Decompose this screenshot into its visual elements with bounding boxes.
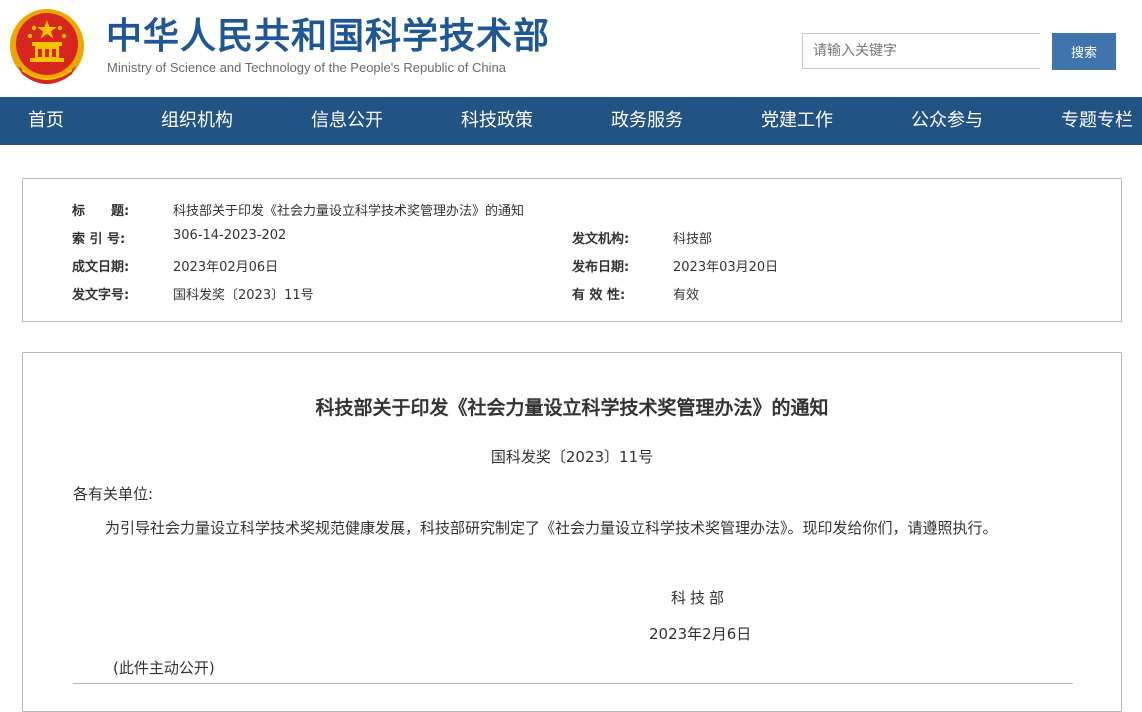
site-header: 中华人民共和国科学技术部 Ministry of Science and Tec… xyxy=(0,0,1142,97)
national-emblem-icon xyxy=(10,9,84,84)
nav-item-information-disclosure[interactable]: 信息公开 xyxy=(311,97,383,145)
search-input[interactable] xyxy=(802,33,1040,69)
main-nav: 首页 组织机构 信息公开 科技政策 政务服务 党建工作 公众参与 专题专栏 xyxy=(0,97,1142,145)
site-title: 中华人民共和国科学技术部 xyxy=(106,16,551,57)
meta-title-label: 标 题: xyxy=(72,204,130,219)
meta-issuer-label: 发文机构: xyxy=(572,232,630,247)
document-date: 2023年2月6日 xyxy=(649,625,752,643)
nav-item-home[interactable]: 首页 xyxy=(28,97,64,145)
meta-index-value: 306-14-2023-202 xyxy=(173,228,287,243)
nav-item-policy[interactable]: 科技政策 xyxy=(461,97,533,145)
document-addressee: 各有关单位: xyxy=(73,485,154,503)
nav-item-special-topics[interactable]: 专题专栏 xyxy=(1061,97,1133,145)
document-paragraph: 为引导社会力量设立科学技术奖规范健康发展，科技部研究制定了《社会力量设立科学技术… xyxy=(105,519,998,537)
meta-publish-date-label: 发布日期: xyxy=(572,260,630,275)
meta-written-date-label: 成文日期: xyxy=(72,260,130,275)
meta-issuer-value: 科技部 xyxy=(673,232,713,247)
meta-validity-label: 有 效 性: xyxy=(572,288,626,303)
public-disclosure-note: (此件主动公开) xyxy=(113,659,215,677)
meta-written-date-value: 2023年02月06日 xyxy=(173,260,279,275)
nav-item-services[interactable]: 政务服务 xyxy=(611,97,683,145)
meta-publish-date-value: 2023年03月20日 xyxy=(673,260,779,275)
meta-doc-number-value: 国科发奖〔2023〕11号 xyxy=(173,288,314,303)
document-number: 国科发奖〔2023〕11号 xyxy=(490,448,654,466)
document-signature: 科技部 xyxy=(671,589,729,607)
document-content-panel: 科技部关于印发《社会力量设立科学技术奖管理办法》的通知 国科发奖〔2023〕11… xyxy=(22,352,1122,712)
document-metadata-panel: 标 题: 科技部关于印发《社会力量设立科学技术奖管理办法》的通知 索 引 号: … xyxy=(22,178,1122,322)
meta-validity-value: 有效 xyxy=(673,288,700,303)
nav-item-public-participation[interactable]: 公众参与 xyxy=(911,97,983,145)
nav-item-organization[interactable]: 组织机构 xyxy=(161,97,233,145)
search-button[interactable]: 搜索 xyxy=(1052,33,1116,70)
site-subtitle: Ministry of Science and Technology of th… xyxy=(107,60,506,75)
meta-index-label: 索 引 号: xyxy=(72,232,126,247)
meta-doc-number-label: 发文字号: xyxy=(72,288,130,303)
document-title: 科技部关于印发《社会力量设立科学技术奖管理办法》的通知 xyxy=(315,397,829,419)
meta-title-value: 科技部关于印发《社会力量设立科学技术奖管理办法》的通知 xyxy=(173,204,525,219)
nav-item-party-building[interactable]: 党建工作 xyxy=(761,97,833,145)
